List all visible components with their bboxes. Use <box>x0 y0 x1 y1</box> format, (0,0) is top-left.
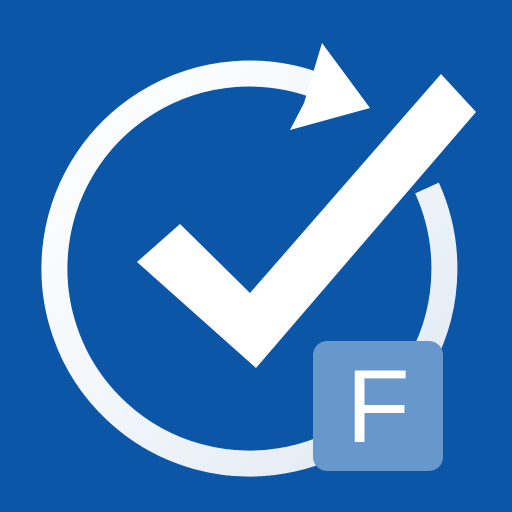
app-icon: F <box>0 0 512 512</box>
badge-letter: F <box>346 349 410 465</box>
letter-badge: F <box>313 341 443 471</box>
